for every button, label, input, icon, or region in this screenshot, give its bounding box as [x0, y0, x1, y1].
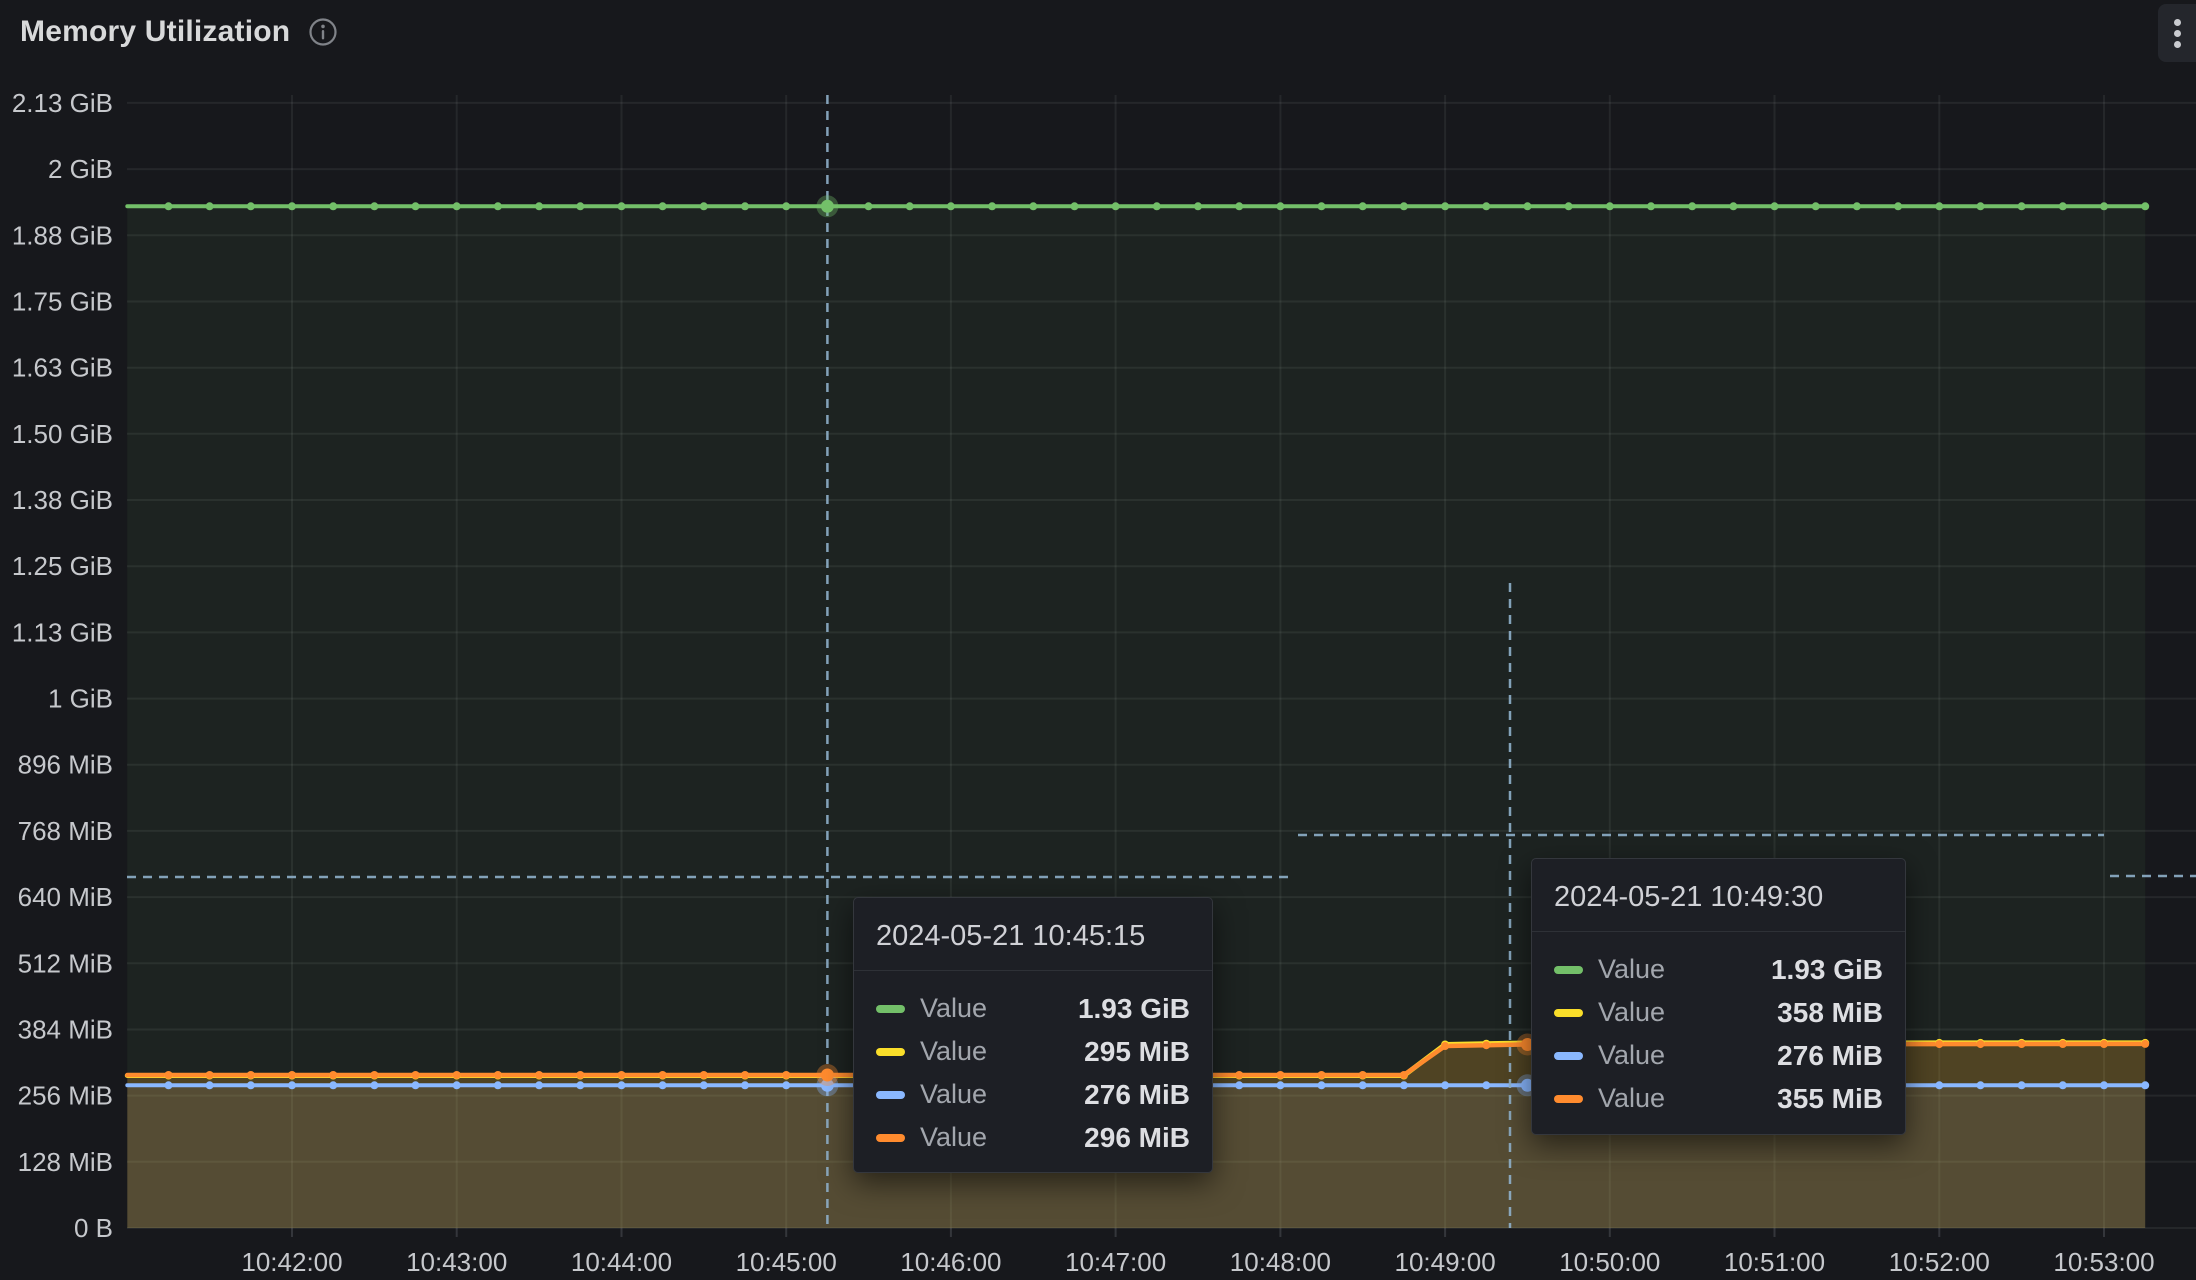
y-axis-label: 1.25 GiB	[12, 551, 113, 581]
grafana-panel: Memory Utilization 2.13 GiB 2 GiB 1.88 GiB…	[0, 0, 2196, 1280]
tooltip-series-row: Value 276 MiB	[1554, 1034, 1883, 1077]
blue-series-swatch-icon	[876, 1090, 905, 1099]
kebab-menu-icon	[2173, 18, 2181, 26]
tooltip-timestamp: 2024-05-21 10:49:30	[1532, 859, 1905, 932]
tooltip-series-label: Value	[920, 1122, 988, 1152]
y-axis-label: 1.75 GiB	[12, 287, 113, 317]
y-axis-label: 1.63 GiB	[12, 353, 113, 383]
yellow-series-swatch-icon	[1554, 1008, 1583, 1017]
y-axis-label: 2 GiB	[48, 154, 113, 184]
tooltip-series-row: Value 1.93 GiB	[1554, 948, 1883, 991]
tooltip-series-label: Value	[920, 993, 988, 1023]
tooltip-series-value: 276 MiB	[1084, 1078, 1190, 1110]
x-axis-label: 10:49:00	[1394, 1247, 1495, 1277]
tooltip-series-value: 295 MiB	[1084, 1035, 1190, 1067]
x-axis-label: 10:44:00	[571, 1247, 672, 1277]
tooltip-series-value: 358 MiB	[1777, 996, 1883, 1028]
y-axis-label: 1.38 GiB	[12, 485, 113, 515]
tooltip-series-row: Value 295 MiB	[876, 1030, 1190, 1073]
x-axis-label: 10:48:00	[1230, 1247, 1331, 1277]
x-axis-label: 10:42:00	[241, 1247, 342, 1277]
y-axis-label: 0 B	[74, 1213, 113, 1243]
x-axis-label: 10:43:00	[406, 1247, 507, 1277]
panel-menu-button[interactable]	[2158, 4, 2196, 62]
y-axis-label: 1.13 GiB	[12, 617, 113, 647]
x-axis-label: 10:51:00	[1724, 1247, 1825, 1277]
y-axis-label: 384 MiB	[18, 1015, 113, 1045]
x-axis-label: 10:45:00	[736, 1247, 837, 1277]
tooltip-series-value: 296 MiB	[1084, 1121, 1190, 1153]
panel-header: Memory Utilization	[0, 0, 2196, 64]
y-axis-label: 1.88 GiB	[12, 220, 113, 250]
tooltip: 2024-05-21 10:49:30 Value 1.93 GiB Value 358…	[1531, 858, 1906, 1135]
tooltip-series-label: Value	[1598, 1040, 1666, 1070]
tooltip-series-label: Value	[920, 1036, 988, 1066]
tooltip-series-label: Value	[1598, 997, 1666, 1027]
y-axis-label: 256 MiB	[18, 1081, 113, 1111]
y-axis-label: 2.13 GiB	[12, 88, 113, 118]
x-axis-label: 10:50:00	[1559, 1247, 1660, 1277]
y-axis-label: 768 MiB	[18, 816, 113, 846]
yellow-series-swatch-icon	[876, 1047, 905, 1056]
tooltip: 2024-05-21 10:45:15 Value 1.93 GiB Value 295…	[853, 897, 1213, 1173]
panel-title[interactable]: Memory Utilization	[20, 15, 290, 49]
tooltip-series-label: Value	[1598, 954, 1666, 984]
y-axis-label: 896 MiB	[18, 750, 113, 780]
orange-series-swatch-icon	[1554, 1094, 1583, 1103]
y-axis-label: 128 MiB	[18, 1147, 113, 1177]
x-axis-label: 10:52:00	[1889, 1247, 1990, 1277]
blue-series-swatch-icon	[1554, 1051, 1583, 1060]
tooltip-series-value: 276 MiB	[1777, 1039, 1883, 1071]
tooltip-series-value: 355 MiB	[1777, 1082, 1883, 1114]
tooltip-series-row: Value 1.93 GiB	[876, 987, 1190, 1030]
y-axis-label: 640 MiB	[18, 882, 113, 912]
green-series-swatch-icon	[1554, 965, 1583, 974]
x-axis-label: 10:53:00	[2053, 1247, 2154, 1277]
y-axis-label: 512 MiB	[18, 948, 113, 978]
tooltip-series-label: Value	[920, 1079, 988, 1109]
orange-series-swatch-icon	[876, 1133, 905, 1142]
y-axis-label: 1 GiB	[48, 684, 113, 714]
tooltip-series-value: 1.93 GiB	[1770, 953, 1883, 985]
tooltip-series-value: 1.93 GiB	[1077, 992, 1190, 1024]
tooltip-series-row: Value 276 MiB	[876, 1073, 1190, 1116]
info-icon[interactable]	[308, 17, 338, 47]
green-series-swatch-icon	[876, 1004, 905, 1013]
tooltip-series-row: Value 296 MiB	[876, 1116, 1190, 1159]
x-axis-label: 10:46:00	[900, 1247, 1001, 1277]
tooltip-series-label: Value	[1598, 1083, 1666, 1113]
x-axis-label: 10:47:00	[1065, 1247, 1166, 1277]
tooltip-series-row: Value 358 MiB	[1554, 991, 1883, 1034]
tooltip-series-row: Value 355 MiB	[1554, 1077, 1883, 1120]
y-axis-label: 1.50 GiB	[12, 419, 113, 449]
tooltip-timestamp: 2024-05-21 10:45:15	[854, 898, 1212, 971]
